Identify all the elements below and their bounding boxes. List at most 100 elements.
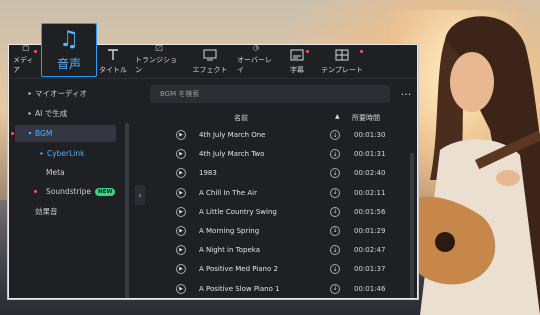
overlay-icon: [253, 45, 259, 51]
sidebar-scrollbar[interactable]: [125, 123, 129, 298]
play-icon[interactable]: ▶: [176, 225, 186, 236]
table-row[interactable]: ▶ 4th July March One ↓ 00:01:30: [146, 126, 405, 145]
track-duration: 00:01:46: [354, 284, 386, 293]
sidebar-item-cyberlink[interactable]: ▸ CyberLink: [37, 145, 128, 162]
table-header: 名前 ▲ 所要時間: [146, 111, 405, 125]
sidebar-item-ai-generate[interactable]: ▸ AI で生成: [25, 105, 128, 122]
track-list: ▶ 4th July March One ↓ 00:01:30 ▶ 4th Ju…: [146, 126, 405, 299]
track-title: A Night in Topeka: [199, 246, 260, 255]
new-dot: [34, 190, 37, 193]
tab-title-label: タイトル: [99, 66, 127, 74]
track-title: 4th July March One: [199, 131, 266, 139]
tab-title[interactable]: タイトル: [95, 45, 131, 78]
track-duration: 00:02:11: [354, 188, 386, 197]
search-input[interactable]: BGM を検索: [150, 85, 390, 103]
tab-overlay[interactable]: オーバーレイ: [233, 45, 279, 78]
column-duration[interactable]: 所要時間: [352, 113, 380, 123]
play-icon[interactable]: ▶: [176, 264, 186, 275]
sidebar-item-soundstripe[interactable]: Soundstripe NEW: [34, 183, 128, 200]
tab-audio-label: 音声: [56, 56, 81, 71]
download-icon[interactable]: ↓: [330, 187, 340, 198]
track-duration: 00:02:40: [354, 169, 386, 178]
track-title: 1983: [199, 169, 217, 178]
chevron-right-icon: ▸: [28, 90, 32, 97]
library-content: BGM を検索 ··· 名前 ▲ 所要時間 ▶ 4th July March O…: [146, 79, 417, 298]
play-icon[interactable]: ▶: [176, 245, 186, 256]
download-icon[interactable]: ↓: [330, 130, 340, 140]
play-icon[interactable]: ▶: [176, 168, 186, 179]
track-duration: 00:01:29: [354, 226, 386, 235]
chevron-right-icon: ▸: [40, 150, 44, 157]
new-dot: [34, 50, 37, 53]
tab-effect-label: エフェクト: [192, 66, 228, 74]
collapse-sidebar-button[interactable]: ‹: [135, 185, 145, 205]
download-icon[interactable]: ↓: [330, 245, 340, 256]
download-icon[interactable]: ↓: [330, 168, 340, 179]
tab-subtitle-label: 字幕: [290, 66, 304, 74]
tab-media[interactable]: メディア: [9, 45, 43, 78]
tab-effect[interactable]: エフェクト: [187, 45, 233, 78]
track-duration: 00:02:47: [354, 246, 386, 255]
track-title: 4th July March Two: [199, 150, 265, 159]
table-row[interactable]: ▶ A Positive Med Piano 2 ↓ 00:01:37: [146, 260, 405, 279]
sidebar-item-label: Soundstripe: [46, 187, 92, 196]
sidebar-item-label: Meta: [46, 168, 65, 177]
play-icon[interactable]: ▶: [176, 206, 186, 217]
table-row[interactable]: ▶ A Little Country Swing ↓ 00:01:56: [146, 203, 405, 222]
sidebar-item-label: 効果音: [35, 207, 58, 216]
download-icon[interactable]: ↓: [330, 264, 340, 275]
table-row[interactable]: ▶ A Chill In The Air ↓ 00:02:11: [146, 184, 405, 203]
track-title: A Positive Slow Piano 1: [199, 284, 280, 293]
template-icon: [335, 49, 349, 61]
play-icon[interactable]: ▶: [176, 187, 186, 198]
tab-subtitle[interactable]: 字幕: [279, 45, 315, 78]
new-dot: [11, 132, 14, 135]
sidebar-item-meta[interactable]: Meta: [46, 164, 128, 181]
sidebar-item-sound-effects[interactable]: 効果音: [35, 203, 128, 220]
track-duration: 00:01:31: [354, 150, 386, 159]
sidebar-item-label: AI で生成: [35, 109, 68, 118]
tab-overlay-label: オーバーレイ: [237, 56, 272, 74]
sidebar-item-label: CyberLink: [47, 149, 85, 158]
download-icon[interactable]: ↓: [330, 225, 340, 236]
play-icon[interactable]: ▶: [176, 130, 186, 140]
sidebar-item-label: BGM: [35, 129, 53, 138]
play-icon[interactable]: ▶: [176, 149, 186, 160]
category-sidebar: ▸ マイオーディオ ▸ AI で生成 ▾ BGM ▸ CyberLink Met…: [9, 79, 134, 298]
sidebar-item-my-audio[interactable]: ▸ マイオーディオ: [25, 85, 128, 102]
tab-media-label: メディア: [13, 56, 34, 74]
column-name[interactable]: 名前: [234, 113, 248, 123]
more-options-button[interactable]: ···: [396, 85, 416, 103]
title-icon: [108, 49, 118, 60]
chevron-down-icon: ▾: [28, 130, 32, 137]
track-title: A Morning Spring: [199, 226, 260, 235]
more-icon: ···: [400, 87, 412, 101]
tab-template[interactable]: テンプレート: [315, 45, 369, 78]
subtitle-icon: [290, 49, 304, 61]
track-title: A Chill In The Air: [199, 188, 257, 197]
track-duration: 00:01:30: [354, 131, 386, 139]
table-row[interactable]: ▶ A Night in Topeka ↓ 00:02:47: [146, 241, 405, 260]
track-title: A Positive Med Piano 2: [199, 265, 278, 274]
download-icon[interactable]: ↓: [330, 283, 340, 294]
new-dot: [360, 50, 363, 53]
play-icon[interactable]: ▶: [176, 283, 186, 294]
tab-audio[interactable]: ♫ 音声: [41, 23, 97, 77]
new-badge: NEW: [95, 187, 116, 196]
table-row[interactable]: ▶ A Morning Spring ↓ 00:01:29: [146, 222, 405, 241]
list-scrollbar[interactable]: [410, 153, 414, 298]
download-icon[interactable]: ↓: [330, 149, 340, 160]
table-row[interactable]: ▶ 1983 ↓ 00:02:40: [146, 164, 405, 183]
sidebar-item-bgm[interactable]: ▾ BGM: [11, 125, 116, 142]
table-row[interactable]: ▶ 4th July March Two ↓ 00:01:31: [146, 145, 405, 164]
search-placeholder: BGM を検索: [160, 90, 200, 98]
tab-template-label: テンプレート: [321, 66, 363, 74]
music-note-icon: ♫: [59, 26, 79, 52]
chevron-left-icon: ‹: [138, 190, 142, 200]
download-icon[interactable]: ↓: [330, 206, 340, 217]
sidebar-item-label: マイオーディオ: [35, 89, 87, 98]
sort-up-icon[interactable]: ▲: [335, 113, 340, 120]
audio-library-window: メディア タイトル トランジション エフェクト オーバーレイ 字幕 テンプレート: [8, 44, 418, 299]
table-row[interactable]: ▶ A Positive Slow Piano 1 ↓ 00:01:46: [146, 280, 405, 299]
tab-transition[interactable]: トランジション: [131, 45, 187, 78]
